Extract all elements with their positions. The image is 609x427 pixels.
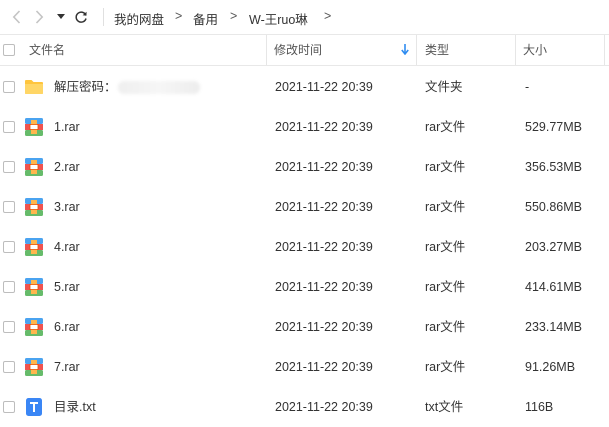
toolbar: 我的网盘 > 备用 > W-王ruo琳 >	[0, 0, 609, 34]
file-type: 文件夹	[425, 80, 463, 94]
refresh-icon[interactable]	[71, 6, 91, 28]
file-type: rar文件	[425, 120, 466, 134]
file-type: rar文件	[425, 160, 466, 174]
file-size: 529.77MB	[525, 120, 582, 134]
breadcrumb-current[interactable]: W-王ruo琳	[249, 9, 308, 28]
breadcrumb-separator: >	[324, 9, 332, 23]
column-header-size[interactable]: 大小	[523, 35, 547, 65]
row-checkbox[interactable]	[3, 321, 15, 333]
file-name[interactable]: 目录.txt	[54, 387, 96, 427]
file-size: 414.61MB	[525, 280, 582, 294]
archive-icon	[25, 118, 43, 136]
file-type: rar文件	[425, 240, 466, 254]
column-header-modified[interactable]: 修改时间	[274, 35, 322, 65]
table-row[interactable]: 5.rar 2021-11-22 20:39 rar文件 414.61MB	[0, 267, 609, 307]
row-checkbox[interactable]	[3, 161, 15, 173]
row-checkbox[interactable]	[3, 401, 15, 413]
column-divider[interactable]	[266, 35, 267, 65]
file-type: rar文件	[425, 280, 466, 294]
file-modified: 2021-11-22 20:39	[275, 360, 373, 374]
file-modified: 2021-11-22 20:39	[275, 120, 373, 134]
folder-icon	[25, 80, 43, 94]
breadcrumb-item[interactable]: 备用	[193, 9, 218, 28]
archive-icon	[25, 278, 43, 296]
redacted-text	[118, 81, 200, 94]
file-modified: 2021-11-22 20:39	[275, 400, 373, 414]
select-all-checkbox[interactable]	[3, 44, 15, 56]
file-name[interactable]: 5.rar	[54, 267, 80, 307]
file-list-header: 文件名 修改时间 类型 大小	[0, 34, 609, 66]
toolbar-divider	[103, 8, 104, 26]
file-size: 550.86MB	[525, 200, 582, 214]
table-row[interactable]: 目录.txt 2021-11-22 20:39 txt文件 116B	[0, 387, 609, 427]
file-size: 91.26MB	[525, 360, 576, 374]
file-name[interactable]: 7.rar	[54, 347, 80, 387]
file-modified: 2021-11-22 20:39	[275, 320, 373, 334]
row-checkbox[interactable]	[3, 81, 15, 93]
file-size: 356.53MB	[525, 160, 582, 174]
column-divider[interactable]	[416, 35, 417, 65]
forward-icon[interactable]	[29, 6, 49, 28]
file-modified: 2021-11-22 20:39	[275, 280, 373, 294]
history-dropdown-icon[interactable]	[51, 6, 71, 28]
text-file-icon	[26, 398, 42, 416]
file-modified: 2021-11-22 20:39	[275, 200, 373, 214]
file-modified: 2021-11-22 20:39	[275, 160, 373, 174]
archive-icon	[25, 318, 43, 336]
back-icon[interactable]	[6, 6, 26, 28]
column-divider[interactable]	[515, 35, 516, 65]
file-type: rar文件	[425, 320, 466, 334]
file-type: txt文件	[425, 400, 464, 414]
file-name[interactable]: 2.rar	[54, 147, 80, 187]
row-checkbox[interactable]	[3, 281, 15, 293]
file-size: -	[525, 80, 530, 94]
row-checkbox[interactable]	[3, 201, 15, 213]
archive-icon	[25, 358, 43, 376]
table-row[interactable]: 2.rar 2021-11-22 20:39 rar文件 356.53MB	[0, 147, 609, 187]
file-name[interactable]: 1.rar	[54, 107, 80, 147]
breadcrumb-separator: >	[230, 9, 238, 23]
file-type: rar文件	[425, 360, 466, 374]
file-size: 233.14MB	[525, 320, 582, 334]
table-row[interactable]: 3.rar 2021-11-22 20:39 rar文件 550.86MB	[0, 187, 609, 227]
table-row[interactable]: 6.rar 2021-11-22 20:39 rar文件 233.14MB	[0, 307, 609, 347]
table-row[interactable]: 7.rar 2021-11-22 20:39 rar文件 91.26MB	[0, 347, 609, 387]
breadcrumb-item[interactable]: 我的网盘	[114, 9, 164, 28]
table-row[interactable]: 4.rar 2021-11-22 20:39 rar文件 203.27MB	[0, 227, 609, 267]
archive-icon	[25, 238, 43, 256]
row-checkbox[interactable]	[3, 241, 15, 253]
file-name[interactable]: 解压密码：	[54, 67, 117, 107]
row-checkbox[interactable]	[3, 361, 15, 373]
file-name[interactable]: 4.rar	[54, 227, 80, 267]
table-row[interactable]: 1.rar 2021-11-22 20:39 rar文件 529.77MB	[0, 107, 609, 147]
file-name[interactable]: 3.rar	[54, 187, 80, 227]
column-header-type[interactable]: 类型	[425, 35, 449, 65]
column-header-name[interactable]: 文件名	[29, 35, 65, 65]
file-name[interactable]: 6.rar	[54, 307, 80, 347]
archive-icon	[25, 158, 43, 176]
sort-descending-icon[interactable]	[401, 44, 409, 55]
file-size: 203.27MB	[525, 240, 582, 254]
archive-icon	[25, 198, 43, 216]
row-checkbox[interactable]	[3, 121, 15, 133]
file-size: 116B	[525, 400, 554, 414]
file-modified: 2021-11-22 20:39	[275, 80, 373, 94]
file-type: rar文件	[425, 200, 466, 214]
file-modified: 2021-11-22 20:39	[275, 240, 373, 254]
breadcrumb-separator: >	[175, 9, 183, 23]
column-divider[interactable]	[604, 35, 605, 65]
table-row[interactable]: 解压密码： 2021-11-22 20:39 文件夹 -	[0, 67, 609, 107]
